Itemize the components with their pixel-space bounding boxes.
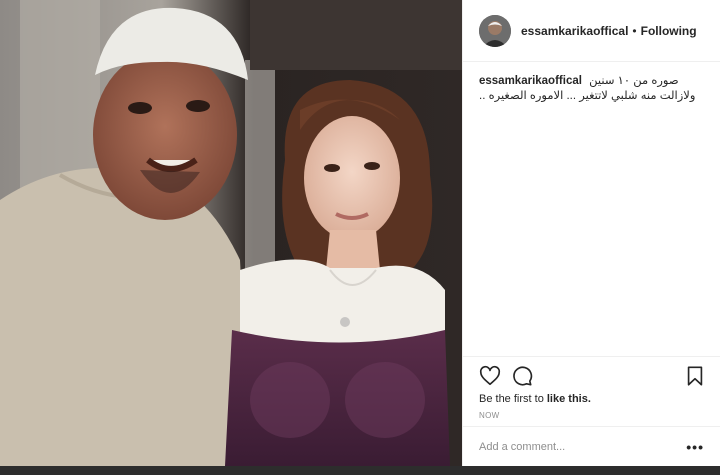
- post-actions: Be the first to like this. NOW: [463, 356, 720, 420]
- post-header: essamkarikaoffical • Following: [463, 0, 720, 62]
- post-side-panel: essamkarikaoffical • Following essamkari…: [462, 0, 720, 466]
- avatar[interactable]: [479, 14, 511, 47]
- likes-line: Be the first to like this.: [479, 393, 706, 405]
- header-username[interactable]: essamkarikaoffical: [521, 24, 628, 38]
- post-timestamp: NOW: [479, 411, 500, 420]
- caption-username[interactable]: essamkarikaoffical: [479, 75, 582, 87]
- window-bottom-edge: [0, 466, 720, 475]
- avatar-image: [479, 14, 511, 47]
- comment-icon[interactable]: [511, 365, 533, 387]
- comment-input[interactable]: [479, 440, 687, 453]
- post-photo[interactable]: [0, 0, 462, 466]
- likes-prefix: Be the first to: [479, 393, 547, 405]
- heart-icon[interactable]: [479, 365, 501, 387]
- comment-bar: •••: [463, 426, 720, 466]
- header-separator: •: [632, 23, 637, 38]
- more-options-icon[interactable]: •••: [686, 439, 704, 455]
- like-this-link[interactable]: like this.: [547, 393, 591, 405]
- instagram-post-window: essamkarikaoffical • Following essamkari…: [0, 0, 720, 475]
- bookmark-icon[interactable]: [684, 365, 706, 387]
- post-photo-image: [0, 0, 462, 466]
- action-icons-row: [479, 361, 706, 391]
- following-button[interactable]: Following: [641, 24, 697, 38]
- post-caption: essamkarikaoffical صوره من ١٠ سنين ولازا…: [463, 62, 720, 354]
